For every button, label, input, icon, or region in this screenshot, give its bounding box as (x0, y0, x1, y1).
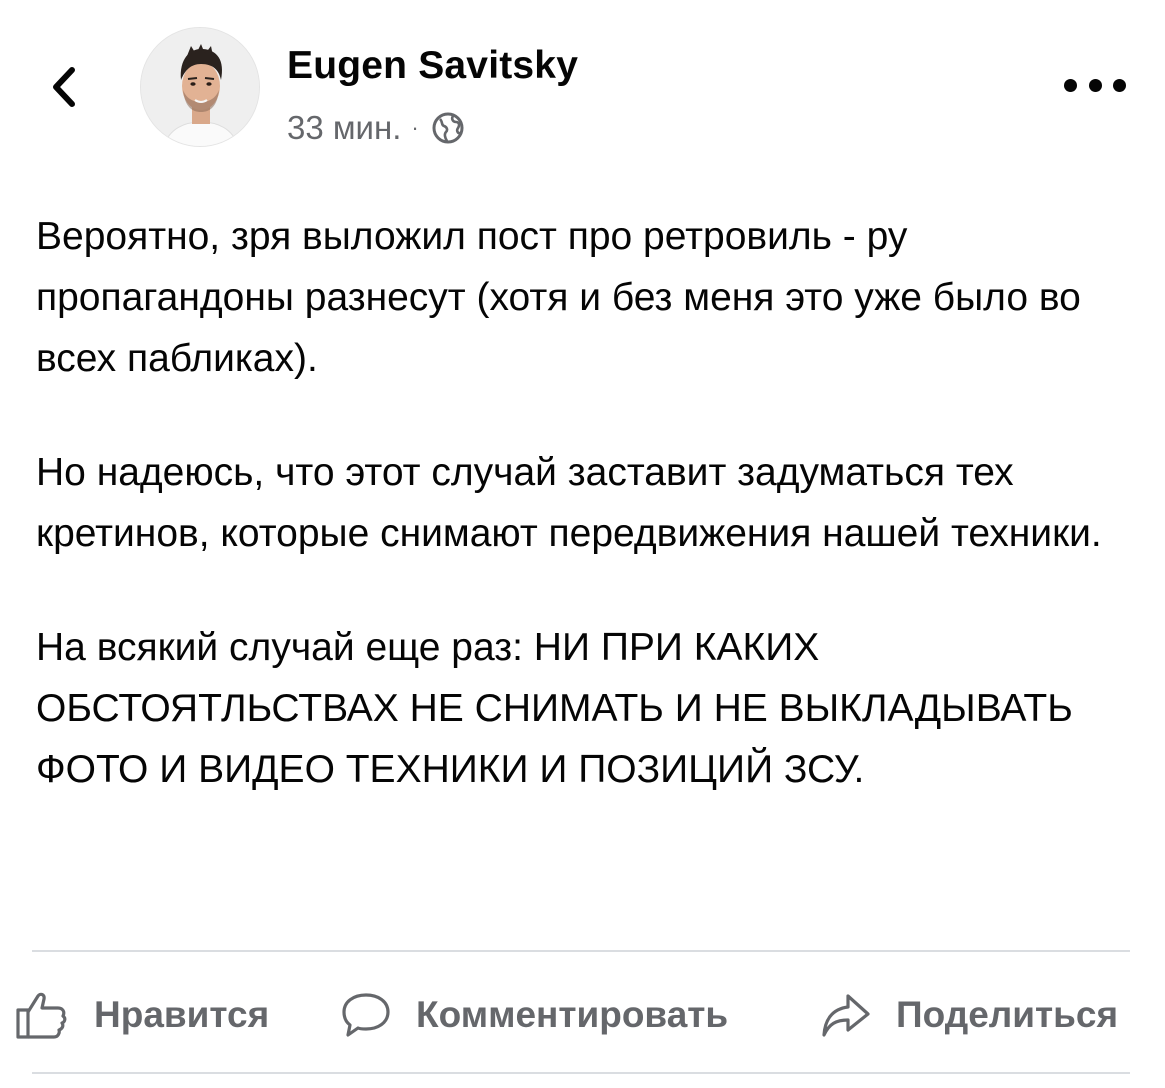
comment-button[interactable]: Комментировать (340, 975, 728, 1055)
post-timestamp[interactable]: 33 мин. (287, 109, 401, 147)
divider (32, 1072, 1130, 1074)
comment-icon (342, 993, 390, 1037)
more-horizontal-icon-dot (1064, 78, 1077, 92)
share-icon (822, 994, 870, 1037)
more-options-button[interactable] (1064, 70, 1126, 100)
meta-separator: · (411, 115, 419, 140)
avatar-photo (141, 28, 259, 146)
back-button[interactable] (40, 62, 90, 112)
chevron-left-icon (53, 67, 75, 107)
post-paragraph: Но надеюсь, что этот случай заставит зад… (36, 451, 1102, 555)
post-meta: 33 мин. · (287, 108, 465, 148)
post-paragraph: На всякий случай еще раз: НИ ПРИ КАКИХ О… (36, 626, 1073, 791)
action-bar: Нравится Комментировать Поделиться (0, 975, 1165, 1055)
share-label: Поделиться (896, 994, 1119, 1035)
thumbs-up-icon (16, 992, 67, 1039)
divider (32, 950, 1130, 952)
globe-icon[interactable] (431, 111, 465, 145)
avatar[interactable] (140, 27, 260, 147)
author-name[interactable]: Eugen Savitsky (287, 44, 578, 88)
comment-label: Комментировать (416, 994, 729, 1035)
like-button[interactable]: Нравится (14, 975, 269, 1055)
more-horizontal-icon-dot (1113, 78, 1126, 92)
post-body: Вероятно, зря выложил пост про ретровиль… (36, 206, 1136, 853)
more-horizontal-icon-dot (1088, 78, 1102, 92)
like-label: Нравится (94, 994, 270, 1035)
post-paragraph: Вероятно, зря выложил пост про ретровиль… (36, 215, 1081, 380)
share-button[interactable]: Поделиться (820, 975, 1118, 1055)
